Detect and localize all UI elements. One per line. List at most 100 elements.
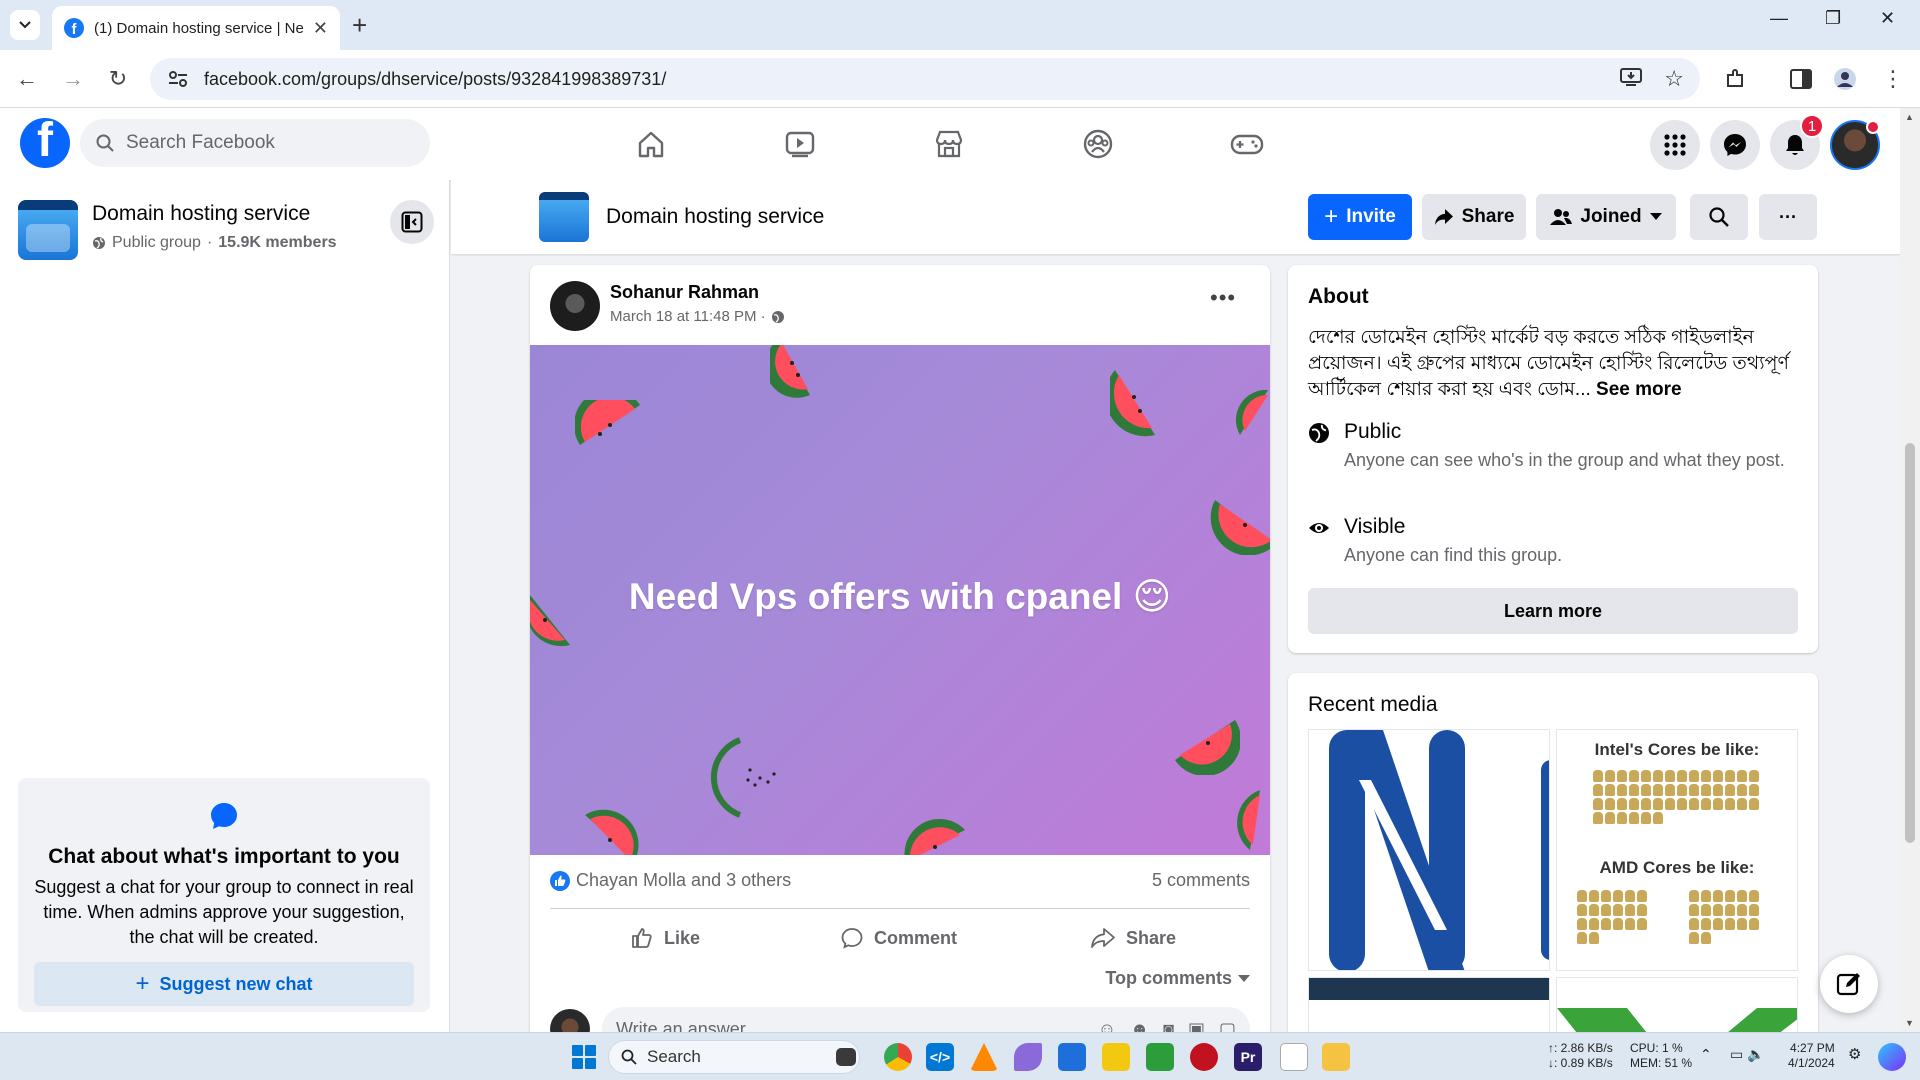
copilot-taskbar-icon[interactable] xyxy=(1878,1043,1906,1071)
notifications-button[interactable]: 1 xyxy=(1770,114,1824,170)
address-bar[interactable]: facebook.com/groups/dhservice/posts/9328… xyxy=(150,58,1700,100)
group-members[interactable]: 15.9K members xyxy=(218,234,336,252)
see-more-link[interactable]: See more xyxy=(1596,379,1682,400)
clock[interactable]: 4:27 PM 4/1/2024 xyxy=(1788,1041,1835,1071)
store-taskbar-icon[interactable] xyxy=(1058,1043,1086,1071)
green-app-taskbar-icon[interactable] xyxy=(1146,1043,1174,1071)
taskbar-search-label: Search xyxy=(647,1047,701,1066)
marketplace-nav-icon[interactable] xyxy=(927,122,971,166)
gaming-nav-icon[interactable] xyxy=(1225,122,1269,166)
share-label: Share xyxy=(1461,206,1515,227)
post-options-icon[interactable]: ••• xyxy=(1210,285,1236,311)
reload-button[interactable]: ↻ xyxy=(103,64,133,94)
sticky-notes-taskbar-icon[interactable] xyxy=(1102,1043,1130,1071)
bookmark-star-icon[interactable]: ☆ xyxy=(1664,66,1684,92)
page-scrollbar[interactable]: ▲ ▼ xyxy=(1900,108,1920,1032)
browser-menu-icon[interactable]: ⋮ xyxy=(1880,66,1906,92)
search-icon xyxy=(96,134,114,152)
watermelon-decoration xyxy=(1237,790,1260,850)
browser-tabstrip: f (1) Domain hosting service | Ne ✕ + — … xyxy=(0,0,1920,50)
group-thumbnail[interactable] xyxy=(18,200,78,260)
members-icon xyxy=(1550,209,1573,225)
tab-search-button[interactable] xyxy=(10,10,40,40)
comment-button[interactable]: Comment xyxy=(840,920,957,956)
extensions-icon[interactable] xyxy=(1722,66,1748,92)
group-header-name[interactable]: Domain hosting service xyxy=(606,205,824,229)
video-nav-icon[interactable] xyxy=(778,122,822,166)
bell-icon xyxy=(1786,135,1804,155)
premiere-taskbar-icon[interactable]: Pr xyxy=(1234,1043,1262,1071)
top-comments-filter[interactable]: Top comments xyxy=(1105,968,1250,989)
menu-grid-button[interactable] xyxy=(1650,120,1700,170)
notifications-tray-icon[interactable]: ⚙ xyxy=(1848,1047,1861,1062)
top-comments-label: Top comments xyxy=(1105,968,1232,988)
tray-overflow-icon[interactable]: ⌃ xyxy=(1700,1047,1712,1062)
url-text: facebook.com/groups/dhservice/posts/9328… xyxy=(204,68,667,89)
comments-count[interactable]: 5 comments xyxy=(1152,870,1250,891)
profile-icon[interactable] xyxy=(1832,66,1858,92)
recent-media-title: Recent media xyxy=(1308,693,1438,716)
side-panel-icon[interactable] xyxy=(1788,66,1814,92)
globe-icon xyxy=(93,237,105,249)
start-button[interactable] xyxy=(572,1045,596,1069)
task-view-icon[interactable] xyxy=(836,1048,856,1066)
forward-button[interactable]: → xyxy=(58,64,88,94)
restore-button[interactable]: ❐ xyxy=(1825,8,1841,29)
new-tab-button[interactable]: + xyxy=(352,10,367,40)
groups-nav-icon[interactable] xyxy=(1076,122,1120,166)
account-avatar[interactable] xyxy=(1830,120,1880,170)
author-avatar[interactable] xyxy=(550,281,600,331)
reactions-summary[interactable]: Chayan Molla and 3 others xyxy=(550,870,791,891)
learn-more-button[interactable]: Learn more xyxy=(1308,588,1798,634)
sidebar-group-name[interactable]: Domain hosting service xyxy=(92,202,310,226)
post-background-image[interactable]: Need Vps offers with cpanel 😌 xyxy=(530,345,1270,855)
scroll-up-icon[interactable]: ▲ xyxy=(1905,112,1914,122)
grid-icon xyxy=(1664,134,1686,156)
group-post: Sohanur Rahman March 18 at 11:48 PM · ••… xyxy=(530,265,1270,1045)
taskbar-search[interactable]: Search xyxy=(608,1040,860,1074)
post-time-text[interactable]: March 18 at 11:48 PM · xyxy=(610,308,766,325)
back-button[interactable]: ← xyxy=(12,64,42,94)
post-author[interactable]: Sohanur Rahman xyxy=(610,282,759,303)
home-nav-icon[interactable] xyxy=(629,122,673,166)
about-visible-row: Visible Anyone can find this group. xyxy=(1308,515,1794,568)
scroll-down-icon[interactable]: ▼ xyxy=(1905,1018,1914,1028)
scrollbar-thumb[interactable] xyxy=(1905,443,1915,843)
file-explorer-taskbar-icon[interactable] xyxy=(1322,1043,1350,1071)
vlc-taskbar-icon[interactable] xyxy=(970,1043,998,1071)
suggest-new-chat-button[interactable]: + Suggest new chat xyxy=(34,962,414,1006)
joined-dropdown-button[interactable]: Joined xyxy=(1536,194,1676,240)
recent-media-thumbnail[interactable]: Intel's Cores be like: AMD Cores be like… xyxy=(1556,729,1798,971)
cpu-usage: CPU: 1 % xyxy=(1630,1041,1683,1055)
install-app-icon[interactable] xyxy=(1620,67,1643,92)
facebook-search-input[interactable]: Search Facebook xyxy=(80,119,430,167)
close-tab-icon[interactable]: ✕ xyxy=(313,18,328,39)
red-app-taskbar-icon[interactable] xyxy=(1190,1043,1218,1071)
share-group-button[interactable]: Share xyxy=(1422,194,1526,240)
site-info-icon[interactable] xyxy=(166,67,190,91)
recent-media-thumbnail[interactable] xyxy=(1308,729,1550,971)
messenger-button[interactable] xyxy=(1710,120,1760,170)
vscode-taskbar-icon[interactable]: </> xyxy=(926,1043,954,1071)
facebook-logo[interactable]: f xyxy=(20,118,70,168)
chrome-taskbar-icon[interactable] xyxy=(884,1043,912,1071)
share-post-button[interactable]: Share xyxy=(1090,920,1176,956)
clipboard-taskbar-icon[interactable] xyxy=(1280,1043,1308,1071)
volume-network-icons[interactable]: ▭ 🔈 xyxy=(1730,1047,1765,1062)
search-group-button[interactable] xyxy=(1690,194,1748,240)
facebook-header: f Search Facebook 1 xyxy=(0,108,1900,180)
more-options-button[interactable]: ··· xyxy=(1759,194,1817,240)
browser-toolbar: ← → ↻ facebook.com/groups/dhservice/post… xyxy=(0,50,1920,108)
collapse-sidebar-button[interactable] xyxy=(390,200,434,244)
new-message-button[interactable] xyxy=(1820,955,1878,1013)
close-window-button[interactable]: ✕ xyxy=(1880,8,1895,29)
like-button[interactable]: Like xyxy=(630,920,700,956)
net-up: ↑: 2.86 KB/s xyxy=(1548,1041,1613,1055)
pen-app-taskbar-icon[interactable] xyxy=(1014,1043,1042,1071)
recent-media-card: Recent media Intel's Cores be like: AMD … xyxy=(1288,673,1818,1045)
about-description-text: দেশের ডোমেইন হোস্টিং মার্কেট বড় করতে সঠ… xyxy=(1308,327,1790,400)
group-header-thumbnail[interactable] xyxy=(539,192,589,242)
browser-tab-active[interactable]: f (1) Domain hosting service | Ne ✕ xyxy=(52,6,340,50)
minimize-button[interactable]: — xyxy=(1770,8,1788,29)
invite-button[interactable]: + Invite xyxy=(1308,194,1412,240)
